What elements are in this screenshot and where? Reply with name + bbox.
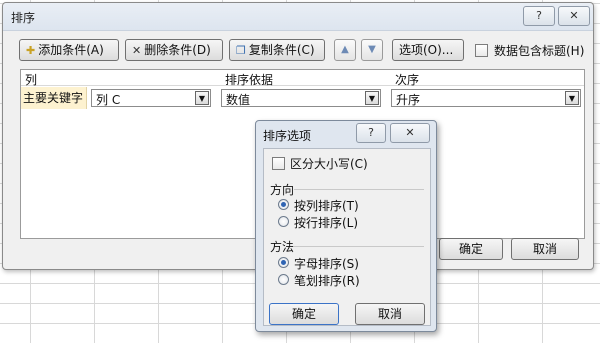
delete-icon: ✕: [132, 44, 142, 57]
move-down-button[interactable]: ▼: [361, 39, 383, 61]
method-section-label: 方法: [270, 240, 295, 254]
order-select[interactable]: 升序 ▼: [391, 89, 581, 107]
method-divider: [294, 246, 424, 247]
move-up-button[interactable]: ▲: [334, 39, 356, 61]
chevron-down-icon[interactable]: ▼: [195, 91, 209, 105]
primary-key-label: 主要关键字: [23, 91, 84, 105]
sort-on-select[interactable]: 数值 ▼: [221, 89, 381, 107]
add-condition-icon: ✚: [26, 44, 36, 57]
options-help-button[interactable]: ?: [356, 123, 386, 143]
close-button[interactable]: ✕: [558, 6, 590, 26]
options-ok-button[interactable]: 确定: [269, 303, 339, 325]
grid-header: 列 排序依据 次序: [21, 70, 584, 87]
sort-by-row-label: 按行排序(L): [294, 216, 359, 230]
order-header: 次序: [395, 73, 420, 87]
add-condition-button[interactable]: ✚ 添加条件(A): [19, 39, 119, 61]
close-icon: ✕: [569, 9, 579, 22]
arrow-up-icon: ▲: [341, 44, 349, 55]
options-cancel-button[interactable]: 取消: [355, 303, 425, 325]
ok-button[interactable]: 确定: [439, 238, 503, 260]
cancel-button[interactable]: 取消: [511, 238, 579, 260]
sort-options-title: 排序选项: [263, 129, 312, 143]
chevron-down-icon[interactable]: ▼: [565, 91, 579, 105]
sort-on-header: 排序依据: [225, 73, 274, 87]
chevron-down-icon[interactable]: ▼: [365, 91, 379, 105]
stroke-sort-label: 笔划排序(R): [294, 274, 360, 288]
sort-by-column-label: 按列排序(T): [294, 199, 359, 213]
case-sensitive-checkbox[interactable]: [272, 157, 285, 170]
header-checkbox[interactable]: [475, 44, 488, 57]
close-icon: ✕: [405, 126, 415, 139]
header-checkbox-label: 数据包含标题(H): [494, 44, 585, 58]
column-select-value: 列 C: [96, 93, 121, 107]
sort-dialog-titlebar: 排序 ? ✕: [3, 3, 593, 31]
row-label-cell[interactable]: 主要关键字: [21, 87, 87, 109]
copy-condition-button[interactable]: ❐ 复制条件(C): [229, 39, 325, 61]
sort-by-column-radio[interactable]: [278, 199, 289, 210]
letter-sort-label: 字母排序(S): [294, 257, 359, 271]
copy-icon: ❐: [236, 44, 246, 57]
options-close-button[interactable]: ✕: [390, 123, 430, 143]
sort-options-body: 区分大小写(C) 方向 按列排序(T) 按行排序(L) 方法 字母排序(S) 笔…: [263, 148, 431, 326]
help-icon: ?: [368, 126, 374, 139]
letter-sort-radio[interactable]: [278, 257, 289, 268]
stroke-sort-radio[interactable]: [278, 274, 289, 285]
case-sensitive-label: 区分大小写(C): [290, 157, 368, 171]
delete-condition-button[interactable]: ✕ 删除条件(D): [125, 39, 223, 61]
sort-options-dialog: 排序选项 ? ✕ 区分大小写(C) 方向 按列排序(T) 按行排序(L) 方法 …: [255, 120, 437, 332]
direction-divider: [294, 189, 424, 190]
options-button[interactable]: 选项(O)...: [392, 39, 464, 61]
column-header: 列: [25, 73, 38, 87]
help-button[interactable]: ?: [523, 6, 555, 26]
direction-section-label: 方向: [270, 183, 295, 197]
sort-dialog-title: 排序: [11, 11, 36, 25]
order-select-value: 升序: [396, 93, 421, 107]
sort-by-row-radio[interactable]: [278, 216, 289, 227]
column-select[interactable]: 列 C ▼: [91, 89, 211, 107]
sort-on-select-value: 数值: [226, 93, 251, 107]
arrow-down-icon: ▼: [368, 44, 376, 55]
help-icon: ?: [536, 9, 542, 22]
